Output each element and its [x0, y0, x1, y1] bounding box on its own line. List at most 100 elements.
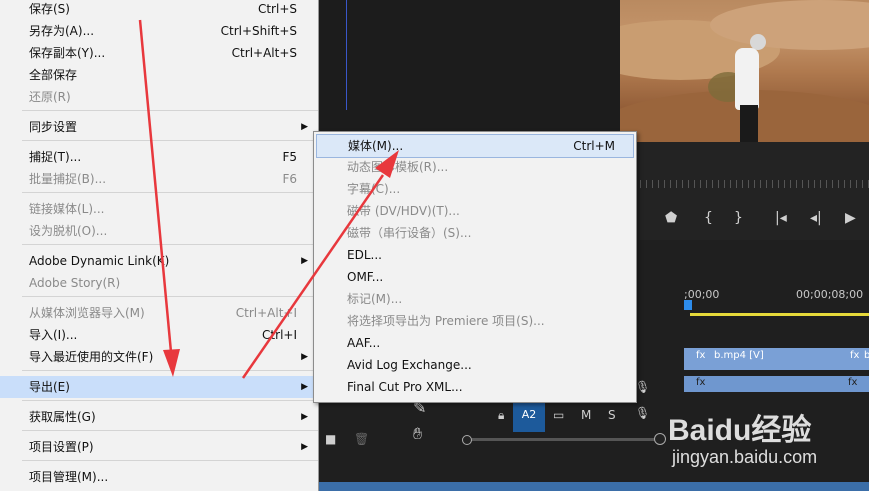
new-item-icon[interactable]: ■ [325, 432, 336, 446]
transport-controls: ⬟ { } |◂ ◂| ▶ [620, 200, 869, 236]
taskbar [318, 482, 869, 491]
menu-separator [22, 400, 318, 401]
playhead[interactable] [684, 300, 692, 310]
menu-separator [22, 460, 318, 461]
menu-item-label: 保存(S) [29, 2, 70, 16]
mark-in-icon[interactable]: { [704, 210, 713, 226]
audio-clip[interactable]: fx fx [684, 376, 869, 392]
menu-item-revert: 还原(R) [0, 86, 318, 108]
menu-item-label: 导入最近使用的文件(F) [29, 350, 154, 364]
submenu-item-avid-log[interactable]: Avid Log Exchange... [314, 354, 636, 376]
play-icon[interactable]: ▶ [845, 210, 856, 226]
submenu-item-aaf[interactable]: AAF... [314, 332, 636, 354]
menu-item-save-as[interactable]: 另存为(A)... Ctrl+Shift+S [0, 20, 318, 42]
menu-item-label: 项目管理(M)... [29, 470, 109, 484]
submenu-item-markers: 标记(M)... [314, 288, 636, 310]
track-target-a2[interactable]: A2 [513, 402, 545, 432]
lock-icon[interactable]: 🔒︎ [498, 408, 504, 423]
menu-item-label: Adobe Dynamic Link(K) [29, 254, 170, 268]
mic-icon[interactable]: 🎙︎ [635, 380, 650, 394]
submenu-item-label: AAF... [347, 336, 381, 350]
zoom-handle-left[interactable] [462, 435, 472, 445]
sync-icon[interactable]: ▭ [553, 408, 564, 422]
zoom-handle-right[interactable] [654, 433, 666, 445]
submenu-item-label: OMF... [347, 270, 384, 284]
person-body [735, 48, 759, 110]
menu-item-label: 设为脱机(O)... [29, 224, 108, 238]
mic-icon[interactable]: 🎙︎ [635, 406, 650, 420]
menu-item-capture[interactable]: 捕捉(T)... F5 [0, 146, 318, 168]
submenu-item-shortcut: Ctrl+M [573, 139, 615, 153]
menu-item-save-copy[interactable]: 保存副本(Y)... Ctrl+Alt+S [0, 42, 318, 64]
menu-item-shortcut: F6 [282, 172, 297, 186]
menu-separator [22, 140, 318, 141]
go-to-in-icon[interactable]: |◂ [775, 210, 787, 226]
menu-separator [22, 244, 318, 245]
timecode-end: 00;00;08;00 [796, 288, 864, 301]
menu-item-project-manager[interactable]: 项目管理(M)... [0, 466, 318, 488]
menu-separator [22, 296, 318, 297]
menu-item-save-all[interactable]: 全部保存 [0, 64, 318, 86]
menu-item-import[interactable]: 导入(I)... Ctrl+I [0, 324, 318, 346]
menu-item-label: 获取属性(G) [29, 410, 96, 424]
menu-item-dynamic-link[interactable]: Adobe Dynamic Link(K) ▶ [0, 250, 318, 272]
submenu-item-label: 媒体(M)... [348, 139, 404, 153]
menu-item-export[interactable]: 导出(E) ▶ [0, 376, 318, 398]
submenu-item-label: 动态图形模板(R)... [347, 160, 449, 174]
menu-item-label: 从媒体浏览器导入(M) [29, 306, 145, 320]
submenu-item-fcp-xml[interactable]: Final Cut Pro XML... [314, 376, 636, 398]
menu-item-sync-settings[interactable]: 同步设置 ▶ [0, 116, 318, 138]
menu-separator [22, 110, 318, 111]
timeline-timecodes: ;00;00 00;00;08;00 [680, 285, 869, 305]
menu-item-label: 还原(R) [29, 90, 71, 104]
menu-item-shortcut: Ctrl+S [257, 2, 297, 16]
track-mute[interactable]: M [581, 408, 591, 422]
step-back-icon[interactable]: ◂| [810, 210, 822, 226]
menu-item-label: 批量捕捉(B)... [29, 172, 107, 186]
menu-item-batch-capture: 批量捕捉(B)... F6 [0, 168, 318, 190]
submenu-item-media[interactable]: 媒体(M)... Ctrl+M [316, 134, 634, 158]
submenu-item-label: 磁带 (DV/HDV)(T)... [347, 204, 460, 218]
video-clip[interactable]: fx b.mp4 [V] fx b [684, 348, 869, 370]
submenu-item-tape-serial: 磁带（串行设备）(S)... [314, 222, 636, 244]
menu-separator [22, 192, 318, 193]
work-area-bar[interactable] [690, 313, 869, 316]
mark-out-icon[interactable]: } [734, 210, 743, 226]
menu-item-adobe-story: Adobe Story(R) [0, 272, 318, 294]
menu-item-shortcut: Ctrl+I [262, 328, 297, 342]
time-ruler[interactable] [640, 180, 869, 188]
marker-icon[interactable]: ⬟ [665, 210, 677, 226]
submenu-item-export-premiere-project: 将选择项导出为 Premiere 项目(S)... [314, 310, 636, 332]
submenu-item-label: Avid Log Exchange... [347, 358, 472, 372]
submenu-arrow-icon: ▶ [301, 256, 308, 266]
zoom-scrollbar[interactable] [462, 438, 664, 441]
submenu-arrow-icon: ▶ [301, 352, 308, 362]
menu-item-link-media: 链接媒体(L)... [0, 198, 318, 220]
menu-item-save[interactable]: 保存(S) Ctrl+S [0, 0, 318, 20]
menu-item-import-recent[interactable]: 导入最近使用的文件(F) ▶ [0, 346, 318, 368]
watermark-url: jingyan.baidu.com [672, 447, 818, 467]
submenu-arrow-icon: ▶ [301, 442, 308, 452]
trash-icon[interactable]: 🗑︎ [354, 432, 369, 446]
watermark-brand: Baidu经验 [668, 414, 812, 447]
menu-item-make-offline: 设为脱机(O)... [0, 220, 318, 242]
submenu-item-omf[interactable]: OMF... [314, 266, 636, 288]
hand-tool-icon[interactable]: ✋︎ [413, 424, 422, 444]
menu-item-project-settings[interactable]: 项目设置(P) ▶ [0, 436, 318, 458]
menu-separator [22, 370, 318, 371]
menu-item-get-properties[interactable]: 获取属性(G) ▶ [0, 406, 318, 428]
track-solo[interactable]: S [608, 408, 616, 422]
submenu-item-label: 将选择项导出为 Premiere 项目(S)... [347, 314, 545, 328]
fx-icon: fx [848, 377, 858, 388]
menu-item-label: 另存为(A)... [29, 24, 95, 38]
menu-item-label: 导入(I)... [29, 328, 78, 342]
submenu-item-tape-dv: 磁带 (DV/HDV)(T)... [314, 200, 636, 222]
submenu-item-edl[interactable]: EDL... [314, 244, 636, 266]
submenu-item-motion-graphics-template: 动态图形模板(R)... [314, 156, 636, 178]
menu-item-label: 全部保存 [29, 68, 78, 82]
menu-item-label: 同步设置 [29, 120, 78, 134]
fx-icon: fx [850, 350, 860, 361]
export-submenu: 媒体(M)... Ctrl+M 动态图形模板(R)... 字幕(C)... 磁带 … [313, 131, 637, 403]
menu-item-shortcut: Ctrl+Shift+S [220, 24, 297, 38]
person-legs [740, 105, 758, 143]
